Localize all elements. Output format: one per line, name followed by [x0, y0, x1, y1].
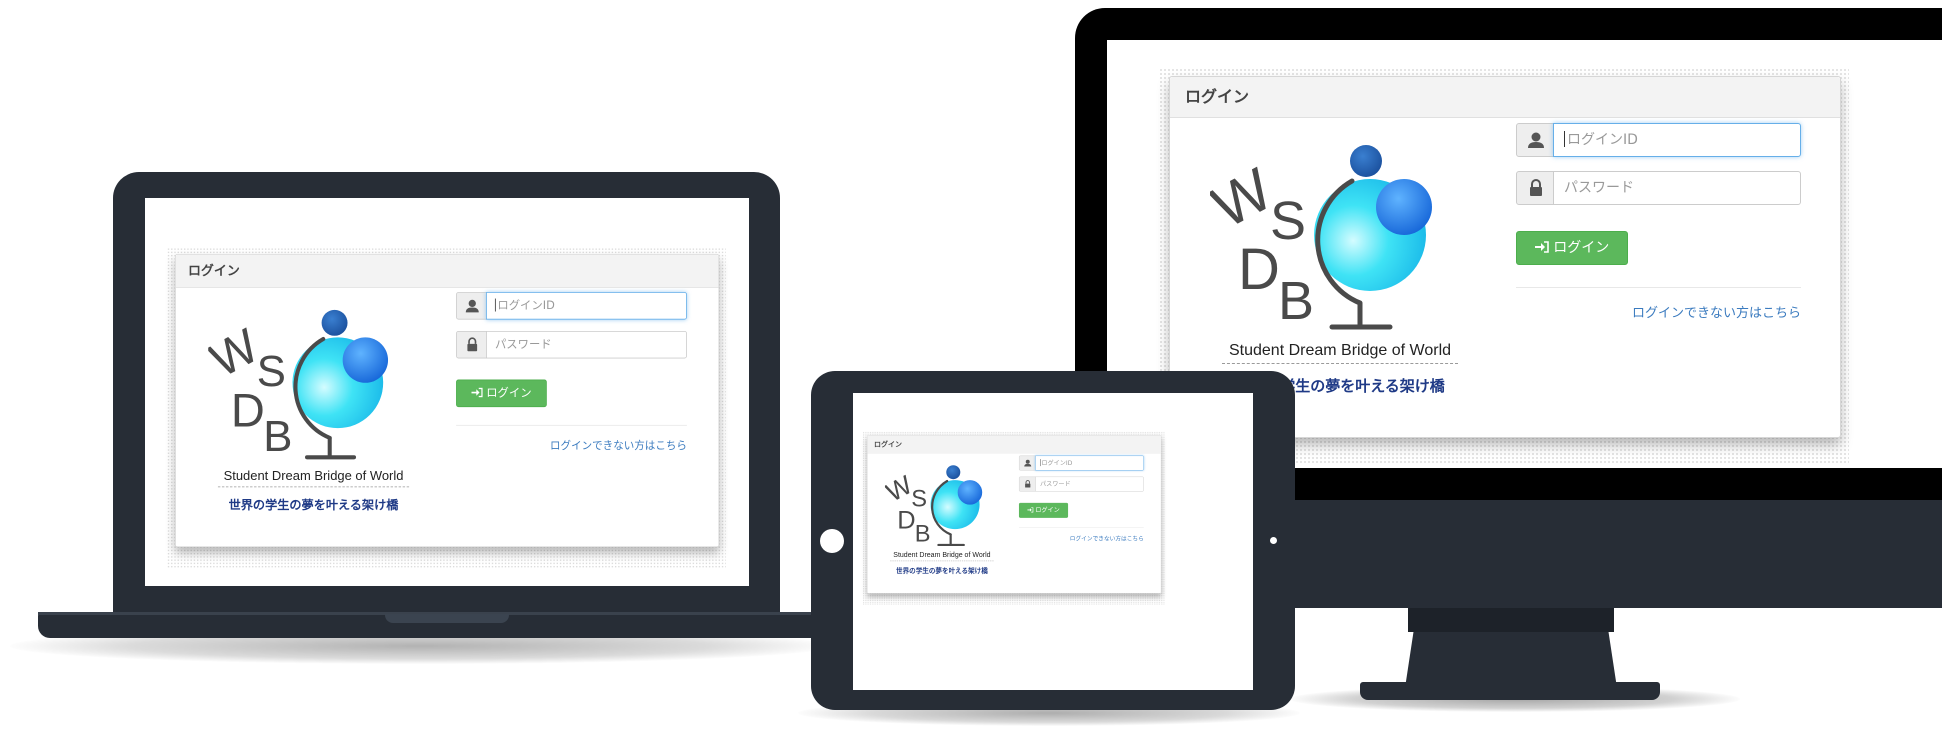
password-group: パスワード — [456, 330, 687, 359]
sign-in-icon — [1027, 507, 1034, 513]
svg-text:D: D — [897, 506, 915, 534]
forgot-login-link[interactable]: ログインできない方はこちら — [1019, 534, 1144, 543]
login-card: ログイン W S D B Student Dream Bridge of Wor… — [175, 254, 720, 548]
password-placeholder: パスワード — [494, 338, 552, 352]
form-divider — [456, 424, 687, 426]
laptop-screen: ログイン W S D B Student Dream Bridge of Wor… — [145, 198, 749, 586]
lock-icon — [1516, 171, 1554, 205]
tagline-english: Student Dream Bridge of World — [890, 552, 994, 562]
password-group: パスワード — [1516, 171, 1801, 205]
user-icon — [456, 292, 487, 320]
login-id-placeholder: ログインID — [497, 299, 555, 313]
login-id-input[interactable]: ログインID — [486, 292, 687, 320]
login-button-label: ログイン — [486, 386, 532, 400]
login-button-label: ログイン — [1553, 240, 1610, 256]
password-group: パスワード — [1018, 476, 1144, 492]
form-divider — [1516, 287, 1801, 288]
password-input[interactable]: パスワード — [486, 330, 687, 359]
sdbw-globe-logo: W S D B — [1210, 145, 1432, 331]
login-button-label: ログイン — [1035, 506, 1060, 514]
login-id-placeholder: ログインID — [1041, 459, 1073, 467]
sign-in-icon — [471, 387, 483, 398]
svg-text:D: D — [231, 384, 265, 437]
tagline-japanese: 世界の学生の夢を叶える架け橋 — [228, 497, 399, 513]
login-button[interactable]: ログイン — [1018, 502, 1069, 518]
sdbw-globe-logo: W S D B — [208, 309, 389, 461]
user-icon — [1516, 123, 1554, 157]
login-id-group: ログインID — [1018, 455, 1144, 471]
login-id-input[interactable]: ログインID — [1553, 123, 1801, 157]
password-placeholder: パスワード — [1040, 480, 1071, 488]
monitor-stand-neck — [1408, 604, 1614, 632]
lock-icon — [456, 330, 487, 359]
password-input[interactable]: パスワード — [1035, 476, 1144, 492]
forgot-login-link[interactable]: ログインできない方はこちら — [456, 437, 687, 452]
tagline-english: Student Dream Bridge of World — [1222, 342, 1458, 364]
tagline-japanese: 世界の学生の夢を叶える架け橋 — [896, 566, 988, 575]
login-id-group: ログインID — [456, 292, 687, 320]
password-placeholder: パスワード — [1564, 180, 1634, 196]
password-input[interactable]: パスワード — [1553, 171, 1801, 205]
tablet-home-button[interactable] — [820, 529, 844, 553]
login-card-title: ログイン — [1170, 77, 1840, 118]
login-id-placeholder: ログインID — [1567, 132, 1638, 148]
user-icon — [1018, 455, 1036, 471]
sign-in-icon — [1534, 241, 1549, 253]
tagline-english: Student Dream Bridge of World — [217, 469, 410, 488]
tablet-camera — [1270, 537, 1277, 544]
tablet-screen: ログイン W S D B Student Dream Bridge of Wor… — [853, 393, 1253, 690]
lock-icon — [1018, 476, 1036, 492]
login-card-title: ログイン — [867, 435, 1161, 454]
forgot-login-link[interactable]: ログインできない方はこちら — [1516, 302, 1801, 321]
login-card: ログイン W S D B Student Dream Bridge of Wor… — [867, 435, 1162, 594]
login-id-input[interactable]: ログインID — [1035, 455, 1144, 471]
sdbw-globe-logo: W S D B — [885, 465, 983, 547]
login-button[interactable]: ログイン — [456, 379, 547, 408]
login-button[interactable]: ログイン — [1516, 231, 1628, 265]
laptop-trackpad-notch — [385, 614, 509, 623]
login-id-group: ログインID — [1516, 123, 1801, 157]
svg-text:B: B — [1278, 271, 1314, 331]
svg-text:D: D — [1238, 237, 1280, 302]
svg-text:B: B — [915, 521, 931, 547]
login-card-title: ログイン — [175, 254, 719, 289]
svg-text:B: B — [263, 412, 292, 461]
